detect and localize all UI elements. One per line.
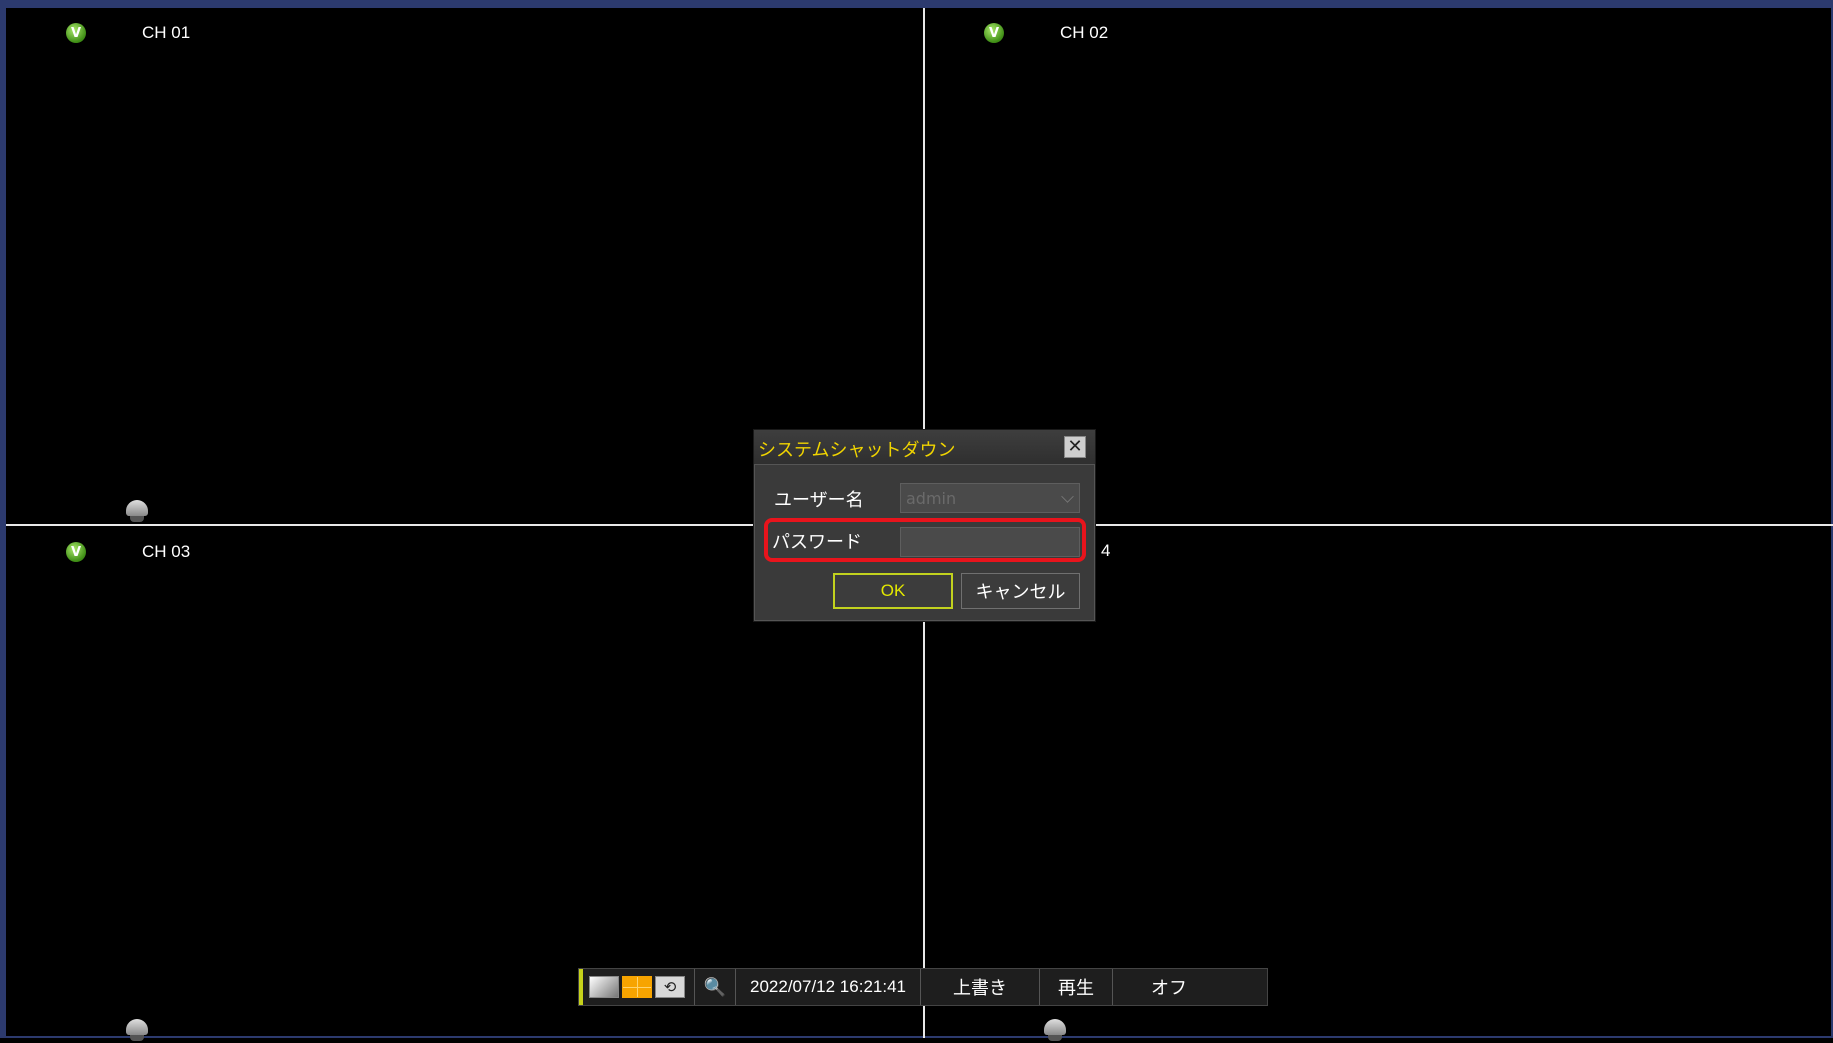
channel-name: CH 02: [1060, 23, 1109, 42]
channel-label-ch02: V CH 02: [984, 19, 1108, 47]
dialog-titlebar: システムシャットダウン ✕: [754, 430, 1095, 465]
close-button[interactable]: ✕: [1064, 436, 1086, 458]
playback-button[interactable]: 再生: [1040, 969, 1113, 1005]
password-input[interactable]: [900, 527, 1080, 557]
video-status-icon: V: [66, 542, 86, 562]
ok-button[interactable]: OK: [833, 573, 953, 609]
camera-icon: [126, 1019, 148, 1043]
username-select[interactable]: admin: [900, 483, 1080, 513]
channel-name: CH 01: [142, 23, 191, 42]
channel-label-ch03: V CH 03: [66, 538, 190, 566]
bottom-toolbar: ⟲ 🔍 2022/07/12 16:21:41 上書き 再生 オフ: [578, 968, 1268, 1006]
channel-label-ch01: V CH 01: [66, 19, 190, 47]
channel-name: CH 03: [142, 542, 191, 561]
channel-label-ch04: 4: [1101, 541, 1111, 560]
close-icon: ✕: [1067, 436, 1083, 457]
camera-icon: [1044, 1019, 1066, 1043]
username-label: ユーザー名: [774, 490, 864, 511]
overwrite-button[interactable]: 上書き: [921, 969, 1040, 1005]
chevron-down-icon: [1061, 490, 1074, 503]
username-value: admin: [906, 488, 957, 508]
camera-icon: [126, 500, 148, 524]
off-button[interactable]: オフ: [1113, 969, 1225, 1005]
rotate-icon[interactable]: ⟲: [655, 976, 685, 998]
password-label: パスワード: [772, 532, 862, 553]
datetime-display: 2022/07/12 16:21:41: [736, 969, 921, 1005]
zoom-icon[interactable]: 🔍: [695, 969, 736, 1005]
quad-layout-icon[interactable]: [622, 976, 652, 998]
single-layout-icon[interactable]: [589, 976, 619, 998]
cancel-button[interactable]: キャンセル: [961, 573, 1080, 609]
shutdown-dialog: システムシャットダウン ✕ ユーザー名 admin パスワード OK キャンセル: [753, 429, 1096, 622]
video-status-icon: V: [984, 23, 1004, 43]
layout-buttons-group: ⟲: [583, 969, 695, 1005]
dialog-title: システムシャットダウン: [758, 440, 956, 461]
video-status-icon: V: [66, 23, 86, 43]
